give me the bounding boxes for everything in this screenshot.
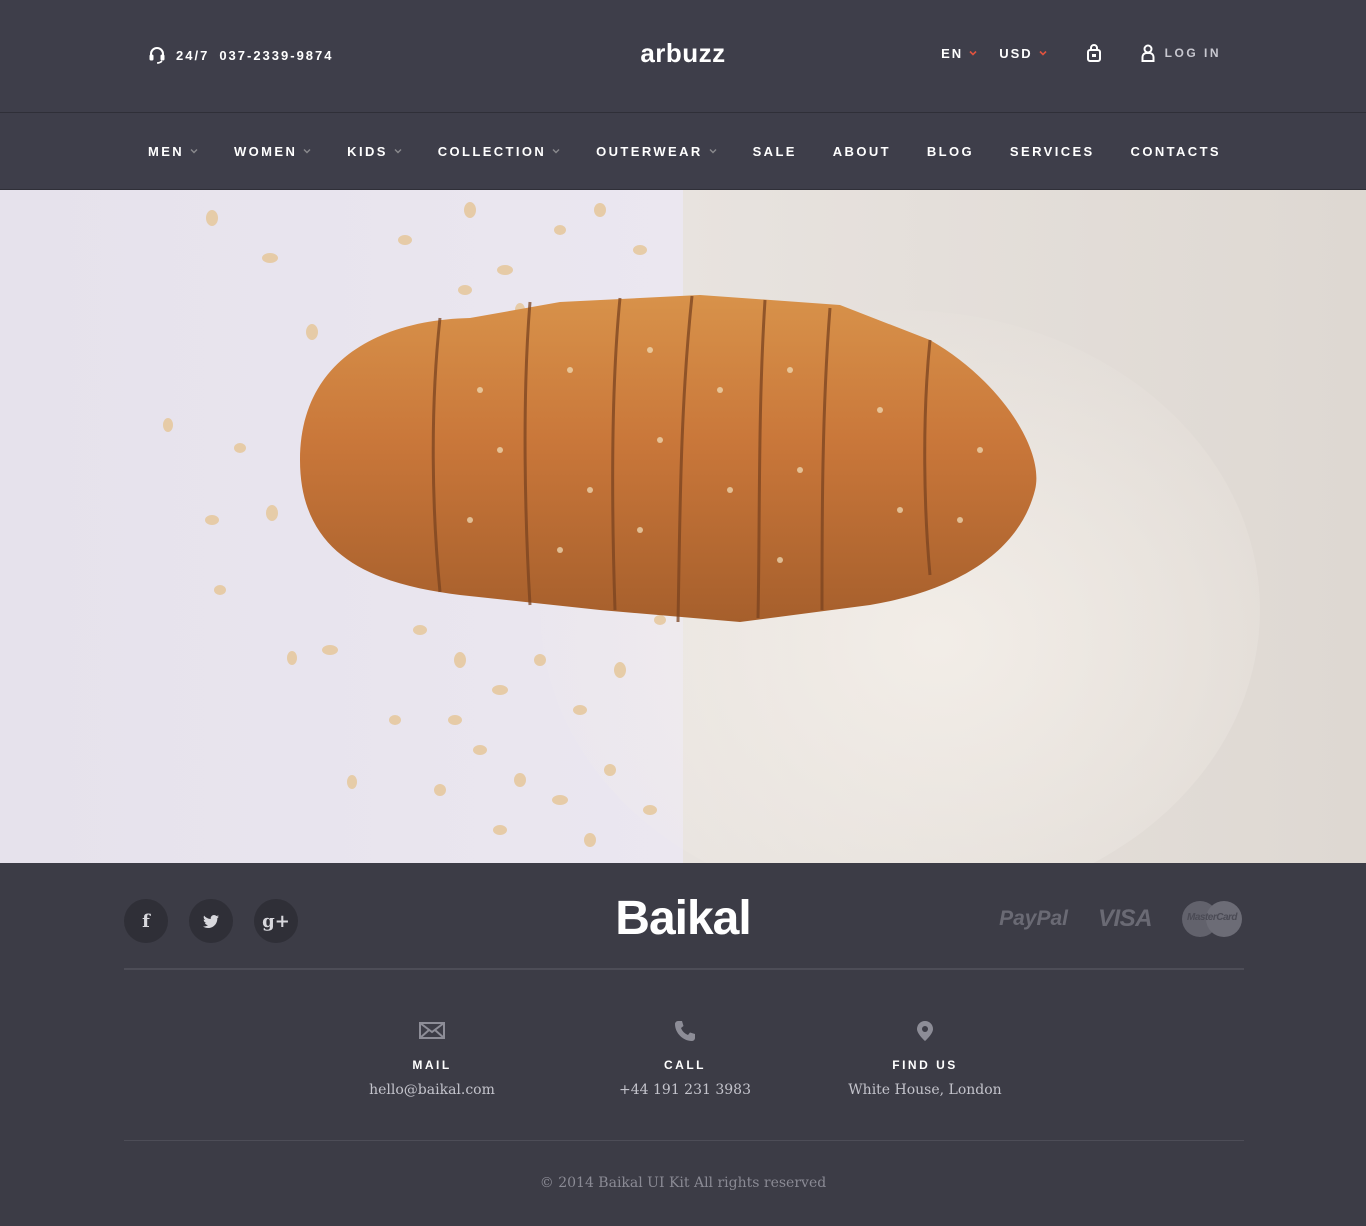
mastercard-logo: MasterCard	[1182, 901, 1242, 937]
nav-item-label: BLOG	[926, 143, 975, 159]
chevron-down-icon	[552, 149, 560, 154]
nav-item-label: WOMEN	[233, 143, 298, 159]
contact-email[interactable]: hello@baikal.com	[332, 1082, 532, 1098]
header-tools: EN USD LOG IN	[941, 44, 1221, 62]
chevron-down-icon	[709, 149, 717, 154]
chevron-down-icon	[394, 149, 402, 154]
nav-item-contacts[interactable]: CONTACTS	[1131, 144, 1221, 159]
currency-value: USD	[999, 45, 1033, 61]
login-label: LOG IN	[1164, 46, 1221, 60]
nav-item-label: CONTACTS	[1130, 143, 1221, 159]
language-select[interactable]: EN	[941, 46, 977, 61]
location-pin-icon	[917, 1021, 933, 1041]
footer-contacts: MAIL hello@baikal.com CALL +44 191 231 3…	[0, 970, 1366, 1140]
chevron-down-icon	[1039, 50, 1047, 56]
payment-methods: PayPal VISA MasterCard	[999, 901, 1242, 937]
nav-item-label: SALE	[752, 143, 797, 159]
nav-item-about[interactable]: ABOUT	[833, 144, 891, 159]
mail-icon	[419, 1022, 445, 1039]
nav-item-sale[interactable]: SALE	[753, 144, 797, 159]
nav-item-label: MEN	[148, 143, 185, 159]
main-navigation: MEN WOMEN KIDS COLLECTION OUTERWEAR SALE…	[0, 113, 1366, 190]
paypal-logo: PayPal	[999, 907, 1068, 930]
contact-call: CALL +44 191 231 3983	[585, 1020, 785, 1098]
copyright: © 2014 Baikal UI Kit All rights reserved	[539, 1175, 827, 1191]
nav-item-label: OUTERWEAR	[596, 143, 703, 159]
shopping-bag-icon[interactable]	[1086, 44, 1101, 62]
login-link[interactable]: LOG IN	[1141, 44, 1221, 62]
currency-select[interactable]: USD	[999, 45, 1047, 61]
top-bar: 24/7 037-2339-9874 arbuzz EN USD LOG IN	[0, 0, 1366, 113]
contact-label: CALL	[664, 1058, 706, 1072]
footer-divider	[124, 1140, 1244, 1141]
contact-label: MAIL	[412, 1058, 452, 1072]
contact-phone[interactable]: +44 191 231 3983	[585, 1082, 785, 1098]
language-value: EN	[941, 45, 964, 61]
nav-item-kids[interactable]: KIDS	[347, 144, 402, 159]
hero-image	[0, 190, 1366, 863]
phone-icon	[675, 1021, 695, 1041]
nav-item-blog[interactable]: BLOG	[927, 144, 974, 159]
contact-address[interactable]: White House, London	[825, 1082, 1025, 1098]
nav-item-outerwear[interactable]: OUTERWEAR	[596, 144, 717, 159]
chevron-down-icon	[190, 149, 198, 154]
contact-label: FIND US	[892, 1058, 958, 1072]
nav-item-services[interactable]: SERVICES	[1010, 144, 1095, 159]
nav-item-label: KIDS	[347, 143, 388, 159]
user-icon	[1141, 44, 1155, 62]
visa-logo: VISA	[1097, 905, 1153, 932]
nav-item-men[interactable]: MEN	[148, 144, 198, 159]
nav-item-label: COLLECTION	[437, 143, 547, 159]
bread-illustration	[163, 202, 1260, 863]
chevron-down-icon	[969, 50, 977, 56]
nav-item-label: ABOUT	[832, 143, 891, 159]
nav-item-women[interactable]: WOMEN	[234, 144, 311, 159]
chevron-down-icon	[303, 149, 311, 154]
nav-item-label: SERVICES	[1009, 143, 1095, 159]
footer-top: f g+ Baikal PayPal VISA MasterCard	[0, 863, 1366, 968]
mastercard-text: MasterCard	[1186, 912, 1238, 923]
contact-find-us: FIND US White House, London	[825, 1020, 1025, 1098]
contact-mail: MAIL hello@baikal.com	[332, 1020, 532, 1098]
nav-item-collection[interactable]: COLLECTION	[438, 144, 561, 159]
